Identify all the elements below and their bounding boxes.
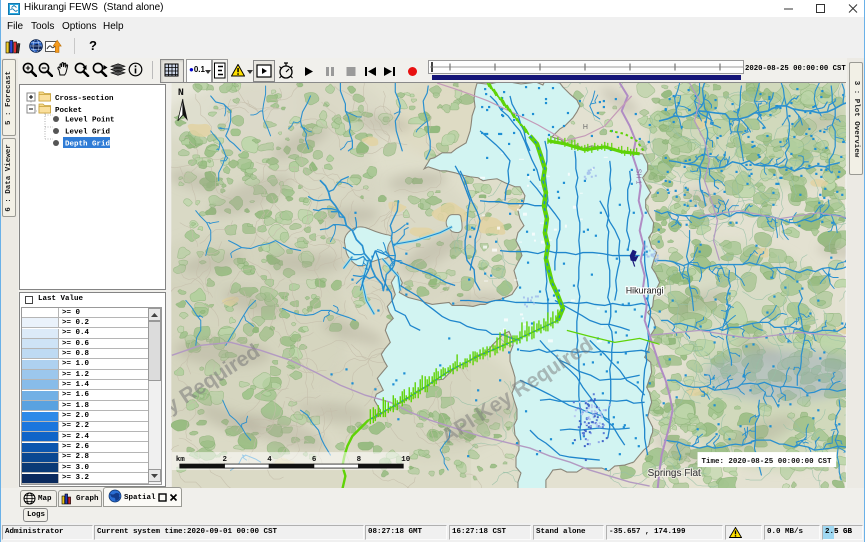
svg-text:km: km: [176, 456, 185, 464]
svg-text:8: 8: [357, 456, 362, 464]
svg-text:SH 1: SH 1: [635, 169, 642, 185]
svg-text:Depth Grid: Depth Grid: [65, 141, 110, 149]
svg-text:Level Point: Level Point: [65, 117, 115, 125]
svg-text:Time: 2020-08-25 00:00:00 CST: Time: 2020-08-25 00:00:00 CST: [702, 458, 832, 466]
svg-text:2: 2: [223, 456, 228, 464]
svg-text:Cross-section: Cross-section: [55, 95, 114, 103]
svg-text:Pocket: Pocket: [55, 107, 82, 115]
svg-text:4: 4: [267, 456, 272, 464]
svg-text:Hikurangi: Hikurangi: [626, 285, 664, 295]
svg-text:10: 10: [401, 456, 410, 464]
svg-text:Springs Flat: Springs Flat: [648, 468, 701, 479]
svg-text:H: H: [583, 124, 588, 131]
svg-text:Level Grid: Level Grid: [65, 129, 110, 137]
svg-text:N: N: [178, 87, 184, 98]
svg-text:6: 6: [312, 456, 317, 464]
